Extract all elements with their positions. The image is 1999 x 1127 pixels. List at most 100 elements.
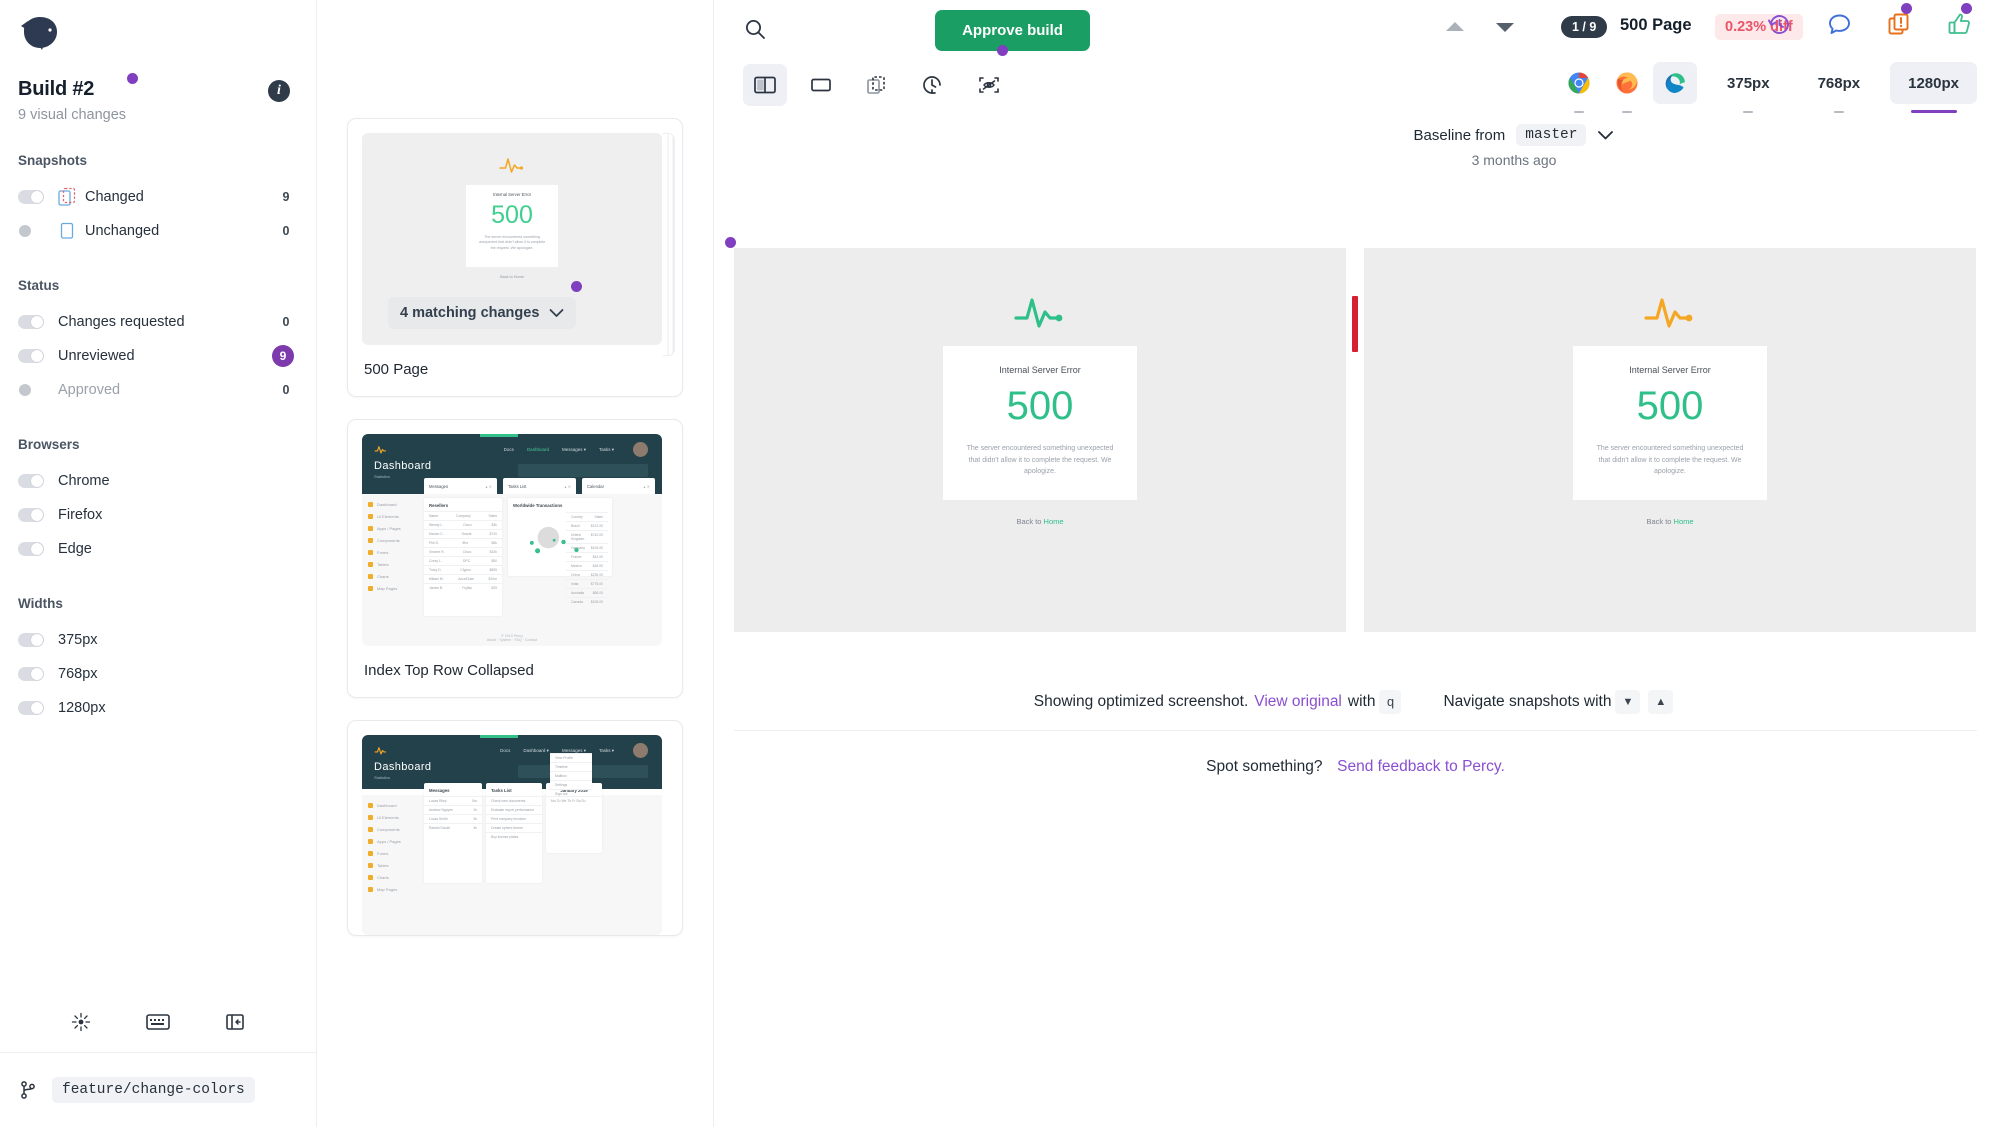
- percy-build-review-app: Build #2 9 visual changes i Snapshots Ch…: [0, 0, 1999, 1127]
- collapse-panel-icon[interactable]: [222, 1009, 248, 1035]
- toggle-browser-firefox[interactable]: [18, 508, 44, 522]
- build-unread-dot: [127, 73, 139, 84]
- sparkle-icon[interactable]: [68, 1009, 94, 1035]
- browser-edge-button[interactable]: [1653, 62, 1698, 104]
- toggle-unreviewed[interactable]: [18, 349, 44, 363]
- matching-changes-label: 4 matching changes: [400, 305, 540, 321]
- arrow-up-icon[interactable]: [1442, 14, 1468, 40]
- toggle-browser-chrome[interactable]: [18, 474, 44, 488]
- key-q: q: [1379, 690, 1402, 714]
- sidebar: Build #2 9 visual changes i Snapshots Ch…: [0, 0, 317, 1127]
- error-body: The server encountered something unexpec…: [966, 445, 1114, 476]
- snapshot-card-index-top-row-collapsed[interactable]: Dashboard Statistics Docs Dashboard Messag…: [347, 419, 683, 698]
- filter-width-768[interactable]: 768px: [0, 657, 316, 691]
- snapshot-caption: 500 Page: [364, 361, 429, 378]
- footer-divider: [734, 730, 1977, 731]
- changed-snapshot-icon: [58, 187, 76, 206]
- error-back-link[interactable]: Home: [1674, 517, 1694, 526]
- baseline-pane-dot: [725, 237, 736, 248]
- toggle-changed[interactable]: [18, 190, 44, 204]
- comment-icon[interactable]: [1825, 10, 1853, 38]
- filter-width-1280[interactable]: 1280px: [0, 691, 316, 725]
- baseline-branch[interactable]: master: [1516, 124, 1587, 146]
- snapshot-thumbnail-dashboard: Dashboard Statistics Docs Dashboard Messag…: [362, 434, 662, 646]
- toggle-width-1280[interactable]: [18, 701, 44, 715]
- keyboard-icon[interactable]: [145, 1009, 171, 1035]
- search-icon[interactable]: [742, 16, 768, 42]
- pulse-logo-icon: [1644, 298, 1693, 328]
- history-icon[interactable]: [1765, 10, 1793, 38]
- filter-browser-chrome-label: Chrome: [58, 473, 110, 489]
- toggle-width-768[interactable]: [18, 667, 44, 681]
- toggle-approved[interactable]: [18, 383, 44, 397]
- chevron-down-icon[interactable]: [1597, 130, 1614, 141]
- error-body: The server encountered something unexpec…: [1596, 445, 1744, 476]
- overlay-diff-view-button[interactable]: [855, 64, 899, 106]
- toggle-browser-edge[interactable]: [18, 542, 44, 556]
- toggle-width-375[interactable]: [18, 633, 44, 647]
- filter-browser-edge[interactable]: Edge: [0, 532, 316, 566]
- width-768-label: 768px: [1817, 74, 1861, 92]
- browser-chrome-button[interactable]: [1557, 62, 1601, 113]
- view-toolbar: 375px 768px 1280px: [714, 58, 1999, 114]
- filter-browser-chrome[interactable]: Chrome: [0, 464, 316, 498]
- filter-width-375[interactable]: 375px: [0, 623, 316, 657]
- page-indicator: 1 / 9: [1561, 16, 1608, 38]
- toggle-unchanged[interactable]: [18, 224, 44, 238]
- info-icon[interactable]: i: [268, 80, 290, 102]
- error-back-prefix: Back to: [1646, 516, 1674, 526]
- compare-history-button[interactable]: [911, 64, 955, 106]
- snapshot-card-partial[interactable]: Dashboard Statistics Docs Dashboard ▾ Mess…: [347, 720, 683, 936]
- browser-firefox-button[interactable]: [1605, 62, 1649, 113]
- screenshot-help-row: Showing optimized screenshot. View origi…: [734, 690, 1977, 714]
- view-original-link[interactable]: View original: [1254, 693, 1342, 711]
- filter-unreviewed-label: Unreviewed: [58, 348, 135, 364]
- filter-unreviewed[interactable]: Unreviewed 9: [0, 339, 316, 373]
- main-content: Approve build 1 / 9 500 Page 0.23% diff: [714, 0, 1999, 1127]
- approve-build-button[interactable]: Approve build: [935, 10, 1090, 51]
- filter-approved-count: 0: [282, 383, 290, 397]
- baseline-screenshot-pane[interactable]: Internal Server Error 500 The server enc…: [734, 248, 1346, 632]
- toggle-diff-overlay-button[interactable]: [967, 64, 1011, 106]
- filter-approved[interactable]: Approved 0: [0, 373, 316, 407]
- error-back-link[interactable]: Home: [1044, 517, 1064, 526]
- filter-unchanged-label: Unchanged: [85, 223, 160, 239]
- width-375-button[interactable]: 375px: [1709, 62, 1788, 113]
- build-title-box: Build #2 9 visual changes: [18, 73, 139, 123]
- filter-unreviewed-count: 9: [272, 345, 294, 367]
- width-1280-underline: [1910, 110, 1957, 113]
- snapshot-thumbnail-500: Internal Server Error 500 The server enc…: [362, 133, 662, 345]
- width-1280-button[interactable]: 1280px: [1890, 62, 1977, 113]
- top-toolbar-actions: [1765, 3, 1973, 38]
- filter-changes-requested[interactable]: Changes requested 0: [0, 305, 316, 339]
- side-by-side-view-button[interactable]: [743, 64, 787, 106]
- filter-changed[interactable]: Changed 9: [0, 180, 316, 214]
- logo-wrap[interactable]: [0, 0, 316, 58]
- changes-rendered-page: Internal Server Error 500 The server enc…: [1364, 248, 1976, 632]
- approve-thumb-icon[interactable]: [1945, 3, 1973, 38]
- filter-browser-firefox[interactable]: Firefox: [0, 498, 316, 532]
- feedback-link[interactable]: Send feedback to Percy.: [1337, 758, 1505, 775]
- toggle-changes-requested[interactable]: [18, 315, 44, 329]
- feedback-row: Spot something? Send feedback to Percy.: [734, 758, 1977, 776]
- arrow-down-icon[interactable]: [1492, 14, 1518, 40]
- error-back-link-row: Back to Home: [1646, 517, 1693, 526]
- filter-width-1280-label: 1280px: [58, 700, 106, 716]
- error-title: Internal Server Error: [1629, 365, 1711, 375]
- request-changes-icon[interactable]: [1885, 3, 1913, 38]
- browser-chrome-underline: [1574, 111, 1585, 113]
- section-label-widths: Widths: [18, 596, 63, 611]
- width-768-button[interactable]: 768px: [1800, 62, 1879, 113]
- filter-unchanged[interactable]: Unchanged 0: [0, 214, 316, 248]
- matching-changes-chip[interactable]: 4 matching changes: [388, 281, 583, 329]
- snapshot-card-500-page[interactable]: Internal Server Error 500 The server enc…: [347, 118, 683, 397]
- compare-source-bar: Baseline from master 3 months ago Change…: [714, 114, 1999, 170]
- branch-bar[interactable]: feature/change-colors: [0, 1053, 316, 1127]
- unchanged-snapshot-icon: [60, 222, 74, 239]
- view-mode-group: [743, 64, 1011, 106]
- top-toolbar: Approve build 1 / 9 500 Page 0.23% diff: [714, 0, 1999, 58]
- single-view-button[interactable]: [799, 64, 843, 106]
- changes-screenshot-pane[interactable]: Internal Server Error 500 The server enc…: [1364, 248, 1976, 632]
- error-code: 500: [1006, 384, 1074, 428]
